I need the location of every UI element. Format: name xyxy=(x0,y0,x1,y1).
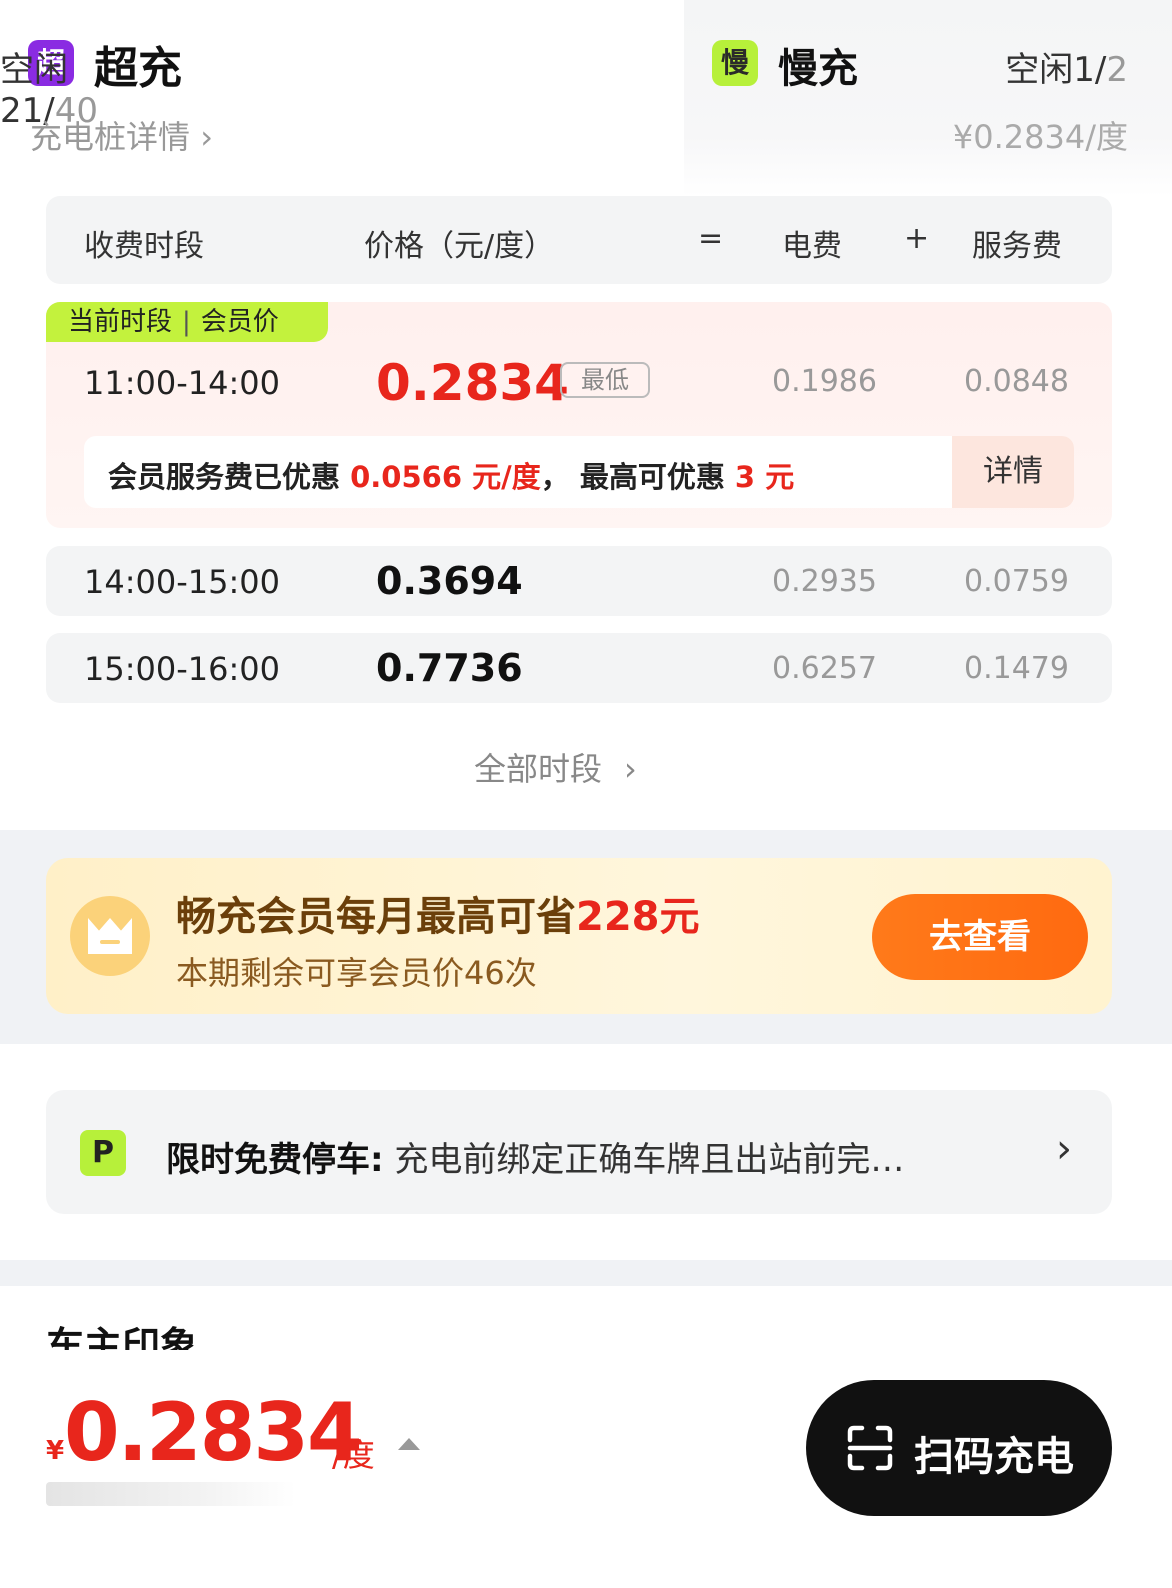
service-fee: 0.1479 xyxy=(964,651,1069,686)
service-fee: 0.0848 xyxy=(964,364,1069,399)
parking-label: 限时免费停车: xyxy=(166,1140,384,1180)
section-divider xyxy=(0,1260,1172,1286)
discount-prefix: 会员服务费已优惠 xyxy=(108,460,351,494)
charger-details-link[interactable]: 充电桩详情 › xyxy=(30,112,213,158)
discount-detail-button[interactable]: 详情 xyxy=(952,436,1074,508)
header-service-fee: 服务费 xyxy=(972,229,1062,264)
header-equals: = xyxy=(698,221,724,256)
owner-impressions-title: 车主印象 xyxy=(46,1326,306,1350)
promo-title: 畅充会员每月最高可省228元 xyxy=(176,884,700,942)
tab-super-charge[interactable]: 超 超充 空闲21/40 充电桩详情 › xyxy=(0,0,684,196)
currency-symbol: ¥ xyxy=(46,1436,65,1466)
slow-charge-title: 慢充 xyxy=(778,46,858,92)
header-plus: + xyxy=(904,221,930,256)
slow-charge-price: ¥0.2834/度 xyxy=(952,118,1128,156)
parking-text: 限时免费停车: 充电前绑定正确车牌且出站前完… xyxy=(166,1132,996,1181)
chevron-right-icon: › xyxy=(624,750,637,788)
member-discount-text: 会员服务费已优惠 0.0566 元/度， 最高可优惠 3 元 xyxy=(108,454,794,496)
electricity-fee: 0.6257 xyxy=(772,651,877,686)
tab-slow-charge[interactable] xyxy=(684,0,1172,196)
slow-charge-badge: 慢 xyxy=(712,40,758,86)
idle-count-label: 空闲1/ xyxy=(1005,50,1107,90)
discount-amount: 0.0566 元/度 xyxy=(350,460,541,494)
price-unit: /度 xyxy=(332,1436,375,1474)
period-time: 11:00-14:00 xyxy=(84,364,280,402)
triangle-up-icon[interactable] xyxy=(398,1438,420,1450)
period-time: 15:00-16:00 xyxy=(84,650,280,688)
current-period-row: 当前时段 | 会员价 11:00-14:00 0.2834 最低 0.1986 0.… xyxy=(46,302,1112,528)
header-period: 收费时段 xyxy=(84,229,204,264)
electricity-fee: 0.2935 xyxy=(772,564,877,599)
period-time: 14:00-15:00 xyxy=(84,563,280,601)
lowest-badge: 最低 xyxy=(560,362,650,398)
period-price: 0.3694 xyxy=(376,559,523,603)
all-periods-label: 全部时段 xyxy=(474,750,603,788)
discount-max: 3 元 xyxy=(734,460,795,494)
service-fee: 0.0759 xyxy=(964,564,1069,599)
table-row: 15:00-16:00 0.7736 0.6257 0.1479 xyxy=(46,633,1112,703)
tag-separator: | xyxy=(182,307,191,337)
charger-type-tabs: 超 超充 空闲21/40 充电桩详情 › 慢 慢充 空闲1/2 ¥0.2834/… xyxy=(0,0,1172,196)
electricity-fee: 0.1986 xyxy=(772,364,877,399)
period-price: 0.2834 xyxy=(376,354,569,412)
slow-charge-idle-count: 空闲1/2 xyxy=(1005,42,1128,91)
promo-subtitle: 本期剩余可享会员价46次 xyxy=(176,954,537,992)
idle-count-total: 2 xyxy=(1106,50,1128,90)
all-periods-link[interactable]: 全部时段 › xyxy=(474,744,637,790)
crown-icon xyxy=(70,896,150,976)
discount-mid: ， 最高可优惠 xyxy=(540,460,735,494)
scan-to-charge-button[interactable]: 扫码充电 xyxy=(806,1380,1112,1516)
header-electricity: 电费 xyxy=(782,229,842,264)
parking-description: 充电前绑定正确车牌且出站前完… xyxy=(383,1140,905,1180)
current-period-label: 当前时段 xyxy=(68,307,173,337)
current-period-tag: 当前时段 | 会员价 xyxy=(46,302,328,342)
promo-title-prefix: 畅充会员每月最高可省 xyxy=(176,894,576,940)
period-price: 0.7736 xyxy=(376,646,523,690)
parking-icon: P xyxy=(80,1130,126,1176)
chevron-right-icon: › xyxy=(200,118,213,156)
chevron-right-icon: › xyxy=(1056,1126,1072,1172)
membership-promo-card[interactable]: 畅充会员每月最高可省228元 本期剩余可享会员价46次 去查看 xyxy=(46,858,1112,1014)
member-discount-notice: 会员服务费已优惠 0.0566 元/度， 最高可优惠 3 元 详情 xyxy=(84,436,1074,508)
scan-button-label: 扫码充电 xyxy=(914,1434,1074,1480)
member-price-label: 会员价 xyxy=(200,307,279,337)
current-price: 0.2834 xyxy=(64,1386,363,1479)
blurred-text xyxy=(46,1482,296,1506)
table-row: 14:00-15:00 0.3694 0.2935 0.0759 xyxy=(46,546,1112,616)
header-price: 价格（元/度） xyxy=(364,229,555,264)
bottom-action-bar: ¥ 0.2834 /度 扫码充电 xyxy=(0,1350,1172,1588)
scan-icon xyxy=(847,1425,893,1471)
charger-details-label: 充电桩详情 xyxy=(30,118,191,156)
owner-impressions-label: 车主印象 xyxy=(46,1326,199,1350)
promo-savings-amount: 228元 xyxy=(576,894,700,940)
free-parking-notice[interactable]: P 限时免费停车: 充电前绑定正确车牌且出站前完… › xyxy=(46,1090,1112,1214)
view-membership-button[interactable]: 去查看 xyxy=(872,894,1088,980)
price-table-header: 收费时段 价格（元/度） = 电费 + 服务费 xyxy=(46,196,1112,284)
